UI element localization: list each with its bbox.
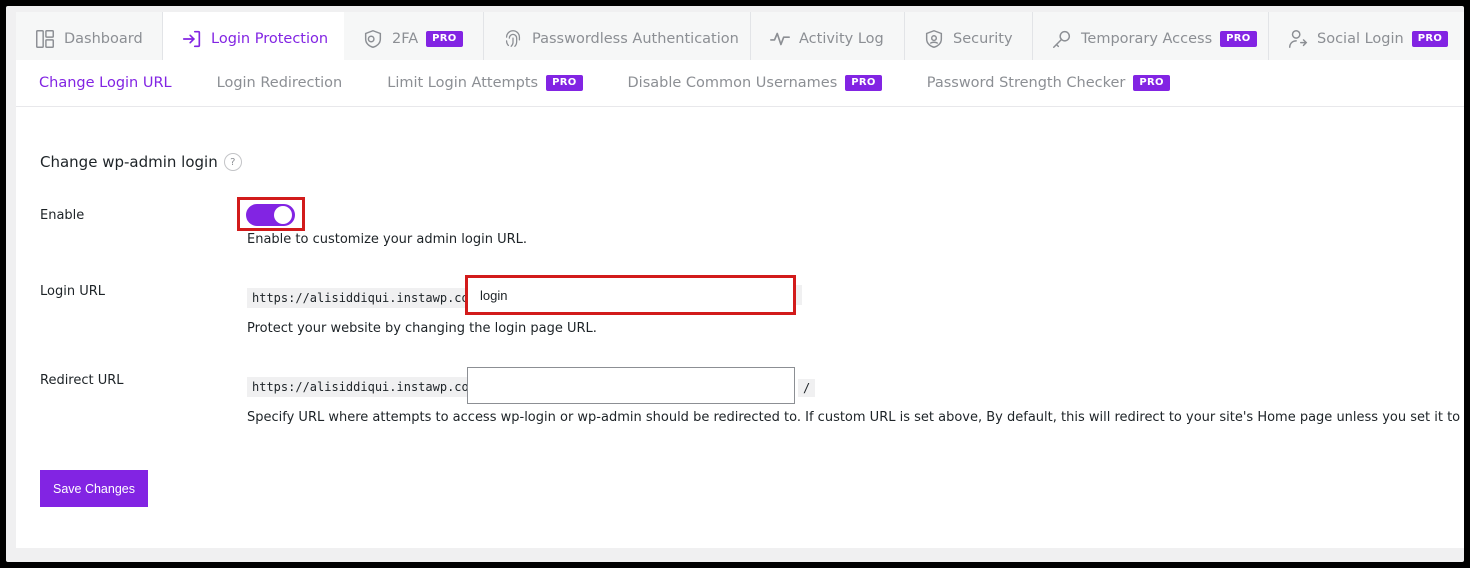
login-url-suffix-bg	[796, 285, 802, 305]
subtab-label: Disable Common Usernames	[627, 75, 838, 91]
pro-badge: PRO	[1133, 75, 1170, 91]
redirect-url-suffix: /	[798, 379, 816, 397]
subtab-label: Login Redirection	[216, 75, 343, 91]
pro-badge: PRO	[426, 31, 463, 47]
tab-label: Security	[953, 31, 1013, 47]
tab-label: Temporary Access	[1081, 31, 1213, 47]
tab-activity-log[interactable]: Activity Log	[751, 12, 905, 66]
redirect-url-description: Specify URL where attempts to access wp-…	[247, 410, 1464, 425]
tab-passwordless-authentication[interactable]: Passwordless Authentication	[484, 12, 751, 66]
settings-panel: Change Login URL Login Redirection Limit…	[16, 60, 1464, 548]
login-url-input[interactable]: login	[465, 275, 796, 315]
subtab-label: Change Login URL	[39, 75, 172, 91]
top-tab-bar: Dashboard Login Protection 2FA PRO Passw…	[16, 12, 1464, 66]
tab-label: Login Protection	[211, 31, 329, 47]
enable-description: Enable to customize your admin login URL…	[247, 232, 527, 247]
redirect-url-input[interactable]	[467, 367, 795, 404]
pro-badge: PRO	[1411, 31, 1449, 47]
pro-badge: PRO	[546, 75, 583, 91]
help-icon[interactable]: ?	[223, 153, 242, 171]
save-changes-button[interactable]: Save Changes	[40, 470, 148, 507]
pro-badge: PRO	[845, 75, 882, 91]
section-title-text: Change wp-admin login	[40, 153, 218, 171]
activity-icon	[769, 28, 791, 50]
key-icon	[1051, 28, 1073, 50]
redirect-url-label: Redirect URL	[40, 373, 124, 388]
subtab-password-strength-checker[interactable]: Password Strength Checker PRO	[927, 75, 1170, 91]
tab-label: 2FA	[392, 31, 419, 47]
tab-label: Passwordless Authentication	[532, 31, 739, 47]
enable-toggle[interactable]	[246, 204, 295, 226]
login-url-prefix: https://alisiddiqui.instawp.co/	[247, 288, 481, 308]
login-url-label: Login URL	[40, 284, 105, 299]
enable-label: Enable	[40, 208, 85, 223]
subtab-login-redirection[interactable]: Login Redirection	[217, 75, 343, 91]
subtab-change-login-url[interactable]: Change Login URL	[39, 75, 172, 91]
tab-label: Dashboard	[64, 31, 143, 47]
pro-badge: PRO	[1220, 31, 1257, 47]
login-url-description: Protect your website by changing the log…	[247, 321, 597, 336]
login-icon	[181, 28, 203, 50]
subtab-label: Password Strength Checker	[926, 75, 1126, 91]
user-icon	[1287, 28, 1309, 50]
tab-social-login[interactable]: Social Login PRO	[1269, 12, 1464, 66]
tab-label: Social Login	[1317, 31, 1404, 47]
tab-label: Activity Log	[799, 31, 884, 47]
form-content: Change wp-admin login ? Enable Enable to…	[40, 107, 1464, 548]
redirect-url-prefix: https://alisiddiqui.instawp.co/	[247, 377, 481, 397]
fingerprint-icon	[502, 28, 524, 50]
subtab-limit-login-attempts[interactable]: Limit Login Attempts PRO	[387, 75, 583, 91]
tab-security[interactable]: Security	[905, 12, 1033, 66]
toggle-highlight	[237, 197, 305, 231]
tab-temporary-access[interactable]: Temporary Access PRO	[1033, 12, 1269, 66]
app-frame: Dashboard Login Protection 2FA PRO Passw…	[6, 6, 1464, 562]
shield-2fa-icon	[362, 28, 384, 50]
toggle-knob	[274, 206, 292, 224]
dashboard-icon	[34, 28, 56, 50]
tab-2fa[interactable]: 2FA PRO	[344, 12, 484, 66]
security-shield-icon	[923, 28, 945, 50]
subtab-label: Limit Login Attempts	[387, 75, 539, 91]
subtab-disable-common-usernames[interactable]: Disable Common Usernames PRO	[628, 75, 882, 91]
tab-dashboard[interactable]: Dashboard	[16, 12, 163, 66]
tab-login-protection[interactable]: Login Protection	[163, 12, 344, 66]
section-title: Change wp-admin login ?	[40, 153, 242, 171]
sub-tab-bar: Change Login URL Login Redirection Limit…	[16, 60, 1464, 107]
